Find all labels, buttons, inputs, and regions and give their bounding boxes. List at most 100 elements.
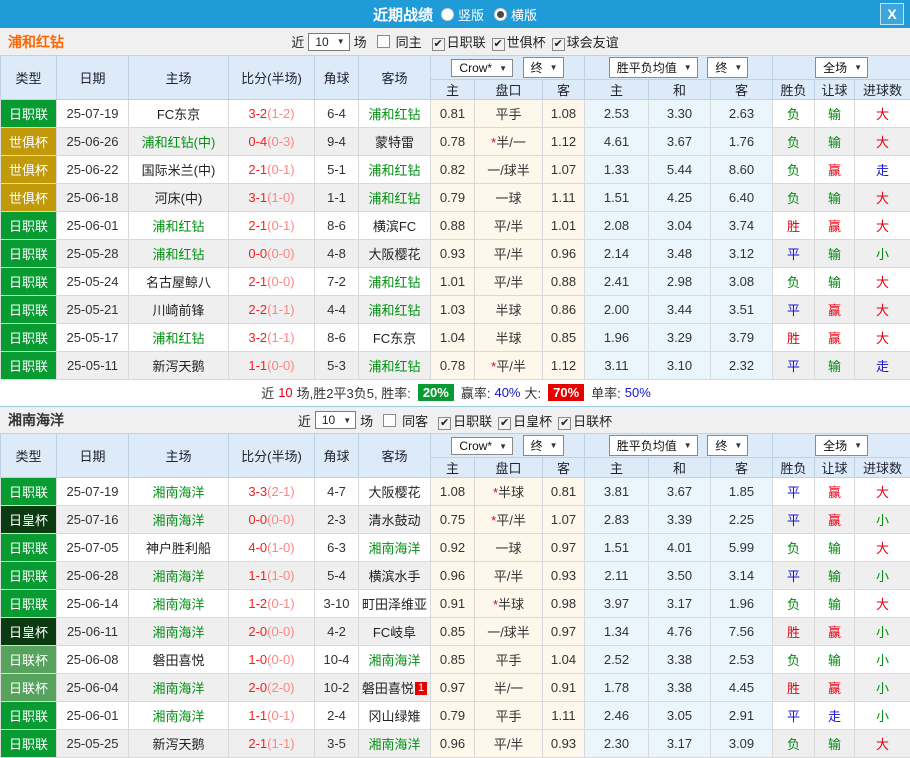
same-venue-checkbox[interactable] (383, 414, 396, 427)
cell-home-team: 湘南海洋 (129, 618, 229, 646)
league-filter-checkbox[interactable]: ✔ (432, 38, 445, 51)
cell-handicap: 一/球半 (475, 618, 543, 646)
league-filter-checkbox[interactable]: ✔ (552, 38, 565, 51)
table-row: 世俱杯25-06-18河床(中)3-1(1-0)1-1浦和红钻0.79一球1.1… (1, 184, 910, 212)
cell-odds-away: 1.12 (543, 352, 585, 380)
cell-handicap: 半球 (475, 296, 543, 324)
cell-score: 3-2(1-1) (229, 324, 315, 352)
layout-radio-group: 竖版 横版 (441, 5, 537, 24)
avg-time-dropdown[interactable]: 终▼ (707, 57, 748, 78)
same-venue-checkbox[interactable] (377, 35, 390, 48)
cell-avg-win: 2.52 (585, 646, 649, 674)
odds-time-dropdown[interactable]: 终▼ (523, 435, 564, 456)
league-filter-checkbox[interactable]: ✔ (498, 417, 511, 430)
table-row: 世俱杯25-06-26浦和红钻(中)0-4(0-3)9-4蒙特雷0.78*半/一… (1, 128, 910, 156)
section-urawa: 浦和红钻 近 10 ▼ 场 同主 ✔日职联✔世俱杯✔球会友谊 类型 日期 主场 (0, 28, 910, 406)
chevron-down-icon: ▼ (734, 441, 742, 450)
cell-away-team: 横滨水手 (359, 562, 431, 590)
league-filter-checkbox[interactable]: ✔ (492, 38, 505, 51)
cell-goals-result: 走 (855, 352, 910, 380)
cell-handicap: 半球 (475, 324, 543, 352)
sub-header-odds-home: 主 (431, 80, 475, 100)
cell-handicap-result: 输 (815, 240, 855, 268)
cell-home-team: 浦和红钻 (129, 240, 229, 268)
team-name-title: 湘南海洋 (8, 410, 64, 430)
cell-odds-away: 1.01 (543, 212, 585, 240)
cell-goals-result: 大 (855, 478, 910, 506)
avg-time-dropdown[interactable]: 终▼ (707, 435, 748, 456)
chevron-down-icon: ▼ (684, 441, 692, 450)
cell-date: 25-06-28 (57, 562, 129, 590)
cell-date: 25-06-18 (57, 184, 129, 212)
avg-group-header: 胜平负均值▼ 终▼ (585, 56, 773, 80)
avg-source-dropdown[interactable]: 胜平负均值▼ (609, 57, 698, 78)
cell-league-type: 日职联 (1, 534, 57, 562)
cell-handicap: 半/一 (475, 674, 543, 702)
sub-header-handicap: 盘口 (475, 458, 543, 478)
cell-avg-win: 1.78 (585, 674, 649, 702)
cell-league-type: 世俱杯 (1, 128, 57, 156)
cell-date: 25-07-16 (57, 506, 129, 534)
cell-corners: 4-2 (315, 618, 359, 646)
odds-source-dropdown[interactable]: Crow*▼ (451, 59, 513, 77)
cell-date: 25-06-04 (57, 674, 129, 702)
cell-home-team: 神户胜利船 (129, 534, 229, 562)
cell-handicap: 平/半 (475, 562, 543, 590)
match-count-select[interactable]: 10 ▼ (315, 411, 356, 429)
cell-handicap: 平/半 (475, 212, 543, 240)
table-row: 日皇杯25-07-16湘南海洋0-0(0-0)2-3清水鼓动0.75*平/半1.… (1, 506, 910, 534)
near-label: 近 (298, 411, 311, 430)
odds-source-dropdown[interactable]: Crow*▼ (451, 437, 513, 455)
cell-score: 3-3(2-1) (229, 478, 315, 506)
odds-time-dropdown[interactable]: 终▼ (523, 57, 564, 78)
match-count-value: 10 (322, 413, 335, 427)
league-filter-label: 世俱杯 (507, 35, 546, 50)
games-label: 场 (354, 32, 367, 51)
chevron-down-icon: ▼ (854, 441, 862, 450)
cell-avg-lose: 4.45 (711, 674, 773, 702)
table-row: 世俱杯25-06-22国际米兰(中)2-1(0-1)5-1浦和红钻0.82一/球… (1, 156, 910, 184)
table-row: 日职联25-07-05神户胜利船4-0(1-0)6-3湘南海洋0.92一球0.9… (1, 534, 910, 562)
radio-vertical-layout[interactable]: 竖版 (441, 5, 484, 24)
table-row: 日皇杯25-06-11湘南海洋2-0(0-0)4-2FC岐阜0.85一/球半0.… (1, 618, 910, 646)
sub-header-odds-away: 客 (543, 80, 585, 100)
avg-group-header: 胜平负均值▼ 终▼ (585, 434, 773, 458)
cell-corners: 5-4 (315, 562, 359, 590)
cell-avg-draw: 3.04 (649, 212, 711, 240)
cell-handicap: *平/半 (475, 352, 543, 380)
cell-corners: 10-2 (315, 674, 359, 702)
cell-avg-win: 2.11 (585, 562, 649, 590)
scope-group-header: 全场▼ (773, 56, 910, 80)
radio-horizontal-layout[interactable]: 横版 (494, 5, 537, 24)
cell-score: 0-4(0-3) (229, 128, 315, 156)
cell-league-type: 日皇杯 (1, 506, 57, 534)
cell-goals-result: 大 (855, 324, 910, 352)
cell-goals-result: 大 (855, 212, 910, 240)
cell-league-type: 世俱杯 (1, 156, 57, 184)
cell-odds-home: 0.93 (431, 240, 475, 268)
chevron-down-icon: ▼ (854, 63, 862, 72)
cell-avg-win: 2.30 (585, 730, 649, 758)
odds-group-header: Crow*▼ 终▼ (431, 434, 585, 458)
same-venue-label: 同客 (402, 411, 428, 430)
cell-corners: 6-4 (315, 100, 359, 128)
cell-avg-lose: 1.85 (711, 478, 773, 506)
sub-header-odds-away: 客 (543, 458, 585, 478)
close-icon[interactable]: X (880, 3, 904, 25)
scope-dropdown[interactable]: 全场▼ (815, 57, 868, 78)
league-filter-checkbox[interactable]: ✔ (438, 417, 451, 430)
scope-dropdown[interactable]: 全场▼ (815, 435, 868, 456)
cell-score: 1-1(0-1) (229, 702, 315, 730)
cell-odds-away: 1.11 (543, 184, 585, 212)
cell-corners: 7-2 (315, 268, 359, 296)
cell-result: 平 (773, 562, 815, 590)
match-count-select[interactable]: 10 ▼ (308, 33, 349, 51)
avg-source-dropdown[interactable]: 胜平负均值▼ (609, 435, 698, 456)
cell-avg-draw: 3.29 (649, 324, 711, 352)
col-header-corners: 角球 (315, 56, 359, 100)
cell-avg-win: 2.46 (585, 702, 649, 730)
league-filter-checkbox[interactable]: ✔ (558, 417, 571, 430)
cell-goals-result: 小 (855, 646, 910, 674)
cell-away-team: FC岐阜 (359, 618, 431, 646)
cell-odds-away: 1.07 (543, 506, 585, 534)
